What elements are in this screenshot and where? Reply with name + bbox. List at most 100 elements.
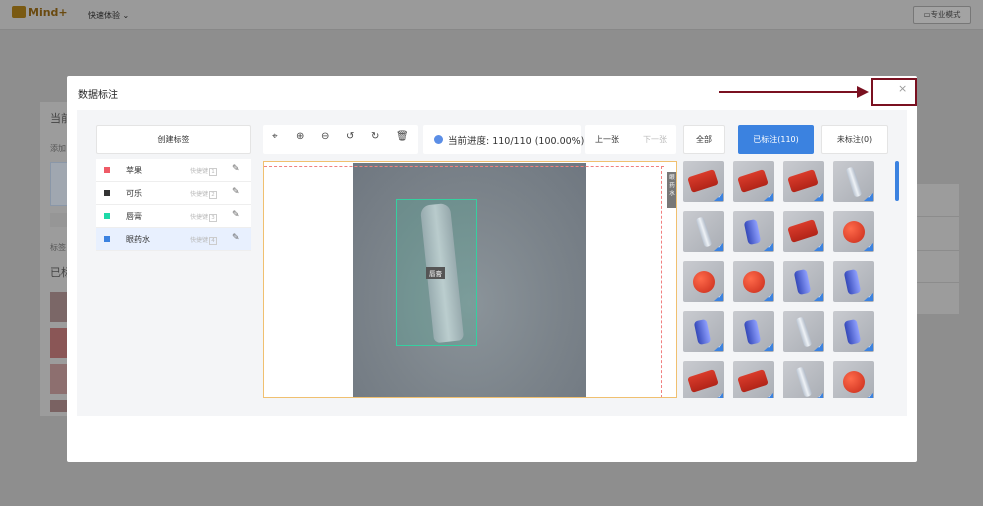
background-labels-text: 标签 [50, 243, 66, 252]
image-thumbnail[interactable]: ✓ [683, 361, 724, 398]
image-thumbnail[interactable]: ✓ [683, 211, 724, 252]
labeled-check-icon: ✓ [714, 193, 723, 201]
image-thumbnail[interactable]: ✓ [833, 361, 874, 398]
label-name: 唇膏 [126, 212, 142, 221]
background-side-panel [917, 184, 959, 314]
labeled-check-icon: ✓ [814, 393, 823, 398]
image-thumbnail[interactable]: ✓ [683, 161, 724, 202]
label-item-apple[interactable]: 苹果 快捷键 1 ✎ [96, 159, 251, 182]
label-list: 苹果 快捷键 1 ✎ 可乐 快捷键 2 ✎ 唇膏 快捷键 3 ✎ 眼药水 快捷键 4 ✎ [96, 159, 251, 251]
filter-all-button[interactable]: 全部 [683, 125, 725, 154]
background-thumbnail [50, 328, 68, 358]
image-thumbnail[interactable]: ✓ [783, 261, 824, 302]
labeled-check-icon: ✓ [814, 193, 823, 201]
edit-icon[interactable]: ✎ [232, 164, 240, 174]
labeled-check-icon: ✓ [814, 243, 823, 251]
dialog-content: 创建标签 苹果 快捷键 1 ✎ 可乐 快捷键 2 ✎ 唇膏 快捷键 3 ✎ 眼药… [77, 110, 907, 416]
labeled-check-icon: ✓ [864, 393, 873, 398]
close-icon[interactable]: × [898, 82, 907, 95]
image-thumbnail[interactable]: ✓ [833, 261, 874, 302]
labeled-check-icon: ✓ [764, 343, 773, 351]
image-thumbnail[interactable]: ✓ [683, 311, 724, 352]
labeled-check-icon: ✓ [814, 343, 823, 351]
filter-unlabeled-button[interactable]: 未标注(0) [821, 125, 888, 154]
image-thumbnail[interactable]: ✓ [783, 311, 824, 352]
label-name: 眼药水 [126, 235, 150, 244]
label-color-swatch [104, 213, 110, 219]
image-thumbnail[interactable]: ✓ [733, 311, 774, 352]
thumbnail-scrollbar[interactable] [895, 161, 899, 201]
mode-menu[interactable]: 快速体验 ⌄ [88, 10, 129, 21]
delete-icon[interactable]: 🗑 [396, 131, 409, 142]
app-logo: Mind+ [12, 6, 68, 19]
label-color-swatch [104, 190, 110, 196]
labeled-check-icon: ✓ [864, 293, 873, 301]
data-labeling-dialog: 数据标注 × 创建标签 苹果 快捷键 1 ✎ 可乐 快捷键 2 ✎ 唇膏 快捷键 3 [67, 76, 917, 462]
label-name: 可乐 [126, 189, 142, 198]
guide-line-vertical [661, 166, 662, 397]
crosshair-icon[interactable]: ⌖ [272, 131, 278, 142]
image-navigation: 上一张 下一张 [585, 125, 676, 154]
image-thumbnail[interactable]: ✓ [733, 361, 774, 398]
labeled-check-icon: ✓ [714, 343, 723, 351]
guide-line-horizontal [264, 166, 664, 167]
label-item-lipstick[interactable]: 唇膏 快捷键 3 ✎ [96, 205, 251, 228]
image-thumbnail[interactable]: ✓ [733, 211, 774, 252]
labeled-check-icon: ✓ [714, 293, 723, 301]
label-hotkey: 快捷键 4 [190, 235, 218, 245]
filter-labeled-button[interactable]: 已标注(110) [738, 125, 814, 154]
image-thumbnail[interactable]: ✓ [733, 161, 774, 202]
image-thumbnail[interactable]: ✓ [783, 361, 824, 398]
annotation-arrow-head [857, 86, 869, 98]
labeled-check-icon: ✓ [864, 193, 873, 201]
background-thumbnail [50, 292, 68, 322]
pro-mode-button[interactable]: ▭专业模式 [913, 6, 971, 24]
thumbnail-grid: ✓ ✓ ✓ ✓ ✓ ✓ ✓ ✓ ✓ ✓ ✓ ✓ ✓ ✓ ✓ ✓ ✓ ✓ ✓ ✓ [683, 161, 889, 398]
zoom-out-icon[interactable]: ⊖ [321, 131, 329, 142]
label-color-swatch [104, 236, 110, 242]
dialog-title: 数据标注 [78, 90, 118, 101]
label-color-swatch [104, 167, 110, 173]
label-item-cola[interactable]: 可乐 快捷键 2 ✎ [96, 182, 251, 205]
labeled-check-icon: ✓ [714, 243, 723, 251]
create-label-button[interactable]: 创建标签 [96, 125, 251, 154]
zoom-in-icon[interactable]: ⊕ [296, 131, 304, 142]
background-thumbnail [50, 364, 68, 394]
labeled-check-icon: ✓ [814, 293, 823, 301]
progress-indicator: 当前进度: 110/110 (100.00%) [423, 125, 584, 154]
rotate-left-icon[interactable]: ↺ [346, 131, 354, 142]
labeled-check-icon: ✓ [764, 243, 773, 251]
label-hotkey: 快捷键 1 [190, 166, 218, 176]
rotate-right-icon[interactable]: ↻ [371, 131, 379, 142]
image-thumbnail[interactable]: ✓ [783, 211, 824, 252]
labeled-check-icon: ✓ [764, 393, 773, 398]
label-item-eye-drops[interactable]: 眼药水 快捷键 4 ✎ [96, 228, 251, 251]
annotation-canvas[interactable]: 唇膏 眼药水 [263, 161, 677, 398]
close-highlight-box [871, 78, 917, 106]
edit-icon[interactable]: ✎ [232, 210, 240, 220]
labeled-check-icon: ✓ [764, 293, 773, 301]
bounding-box-label: 唇膏 [426, 267, 445, 279]
image-thumbnail[interactable]: ✓ [683, 261, 724, 302]
progress-dot-icon [434, 135, 443, 144]
monitor-icon: ▭ [923, 10, 931, 19]
chevron-down-icon: ⌄ [122, 11, 130, 20]
edit-icon[interactable]: ✎ [232, 233, 240, 243]
side-label-tag: 眼药水 [667, 172, 676, 208]
next-image-button[interactable]: 下一张 [643, 134, 667, 145]
labeled-check-icon: ✓ [864, 343, 873, 351]
image-thumbnail[interactable]: ✓ [833, 161, 874, 202]
image-thumbnail[interactable]: ✓ [733, 261, 774, 302]
edit-icon[interactable]: ✎ [232, 187, 240, 197]
image-thumbnail[interactable]: ✓ [833, 311, 874, 352]
bounding-box[interactable]: 唇膏 [396, 199, 477, 346]
labeled-check-icon: ✓ [764, 193, 773, 201]
image-thumbnail[interactable]: ✓ [833, 211, 874, 252]
prev-image-button[interactable]: 上一张 [595, 134, 619, 145]
labeled-check-icon: ✓ [864, 243, 873, 251]
label-hotkey: 快捷键 2 [190, 189, 218, 199]
logo-icon [12, 6, 26, 18]
image-thumbnail[interactable]: ✓ [783, 161, 824, 202]
label-hotkey: 快捷键 3 [190, 212, 218, 222]
top-bar: Mind+ 快速体验 ⌄ ▭专业模式 [0, 0, 983, 30]
